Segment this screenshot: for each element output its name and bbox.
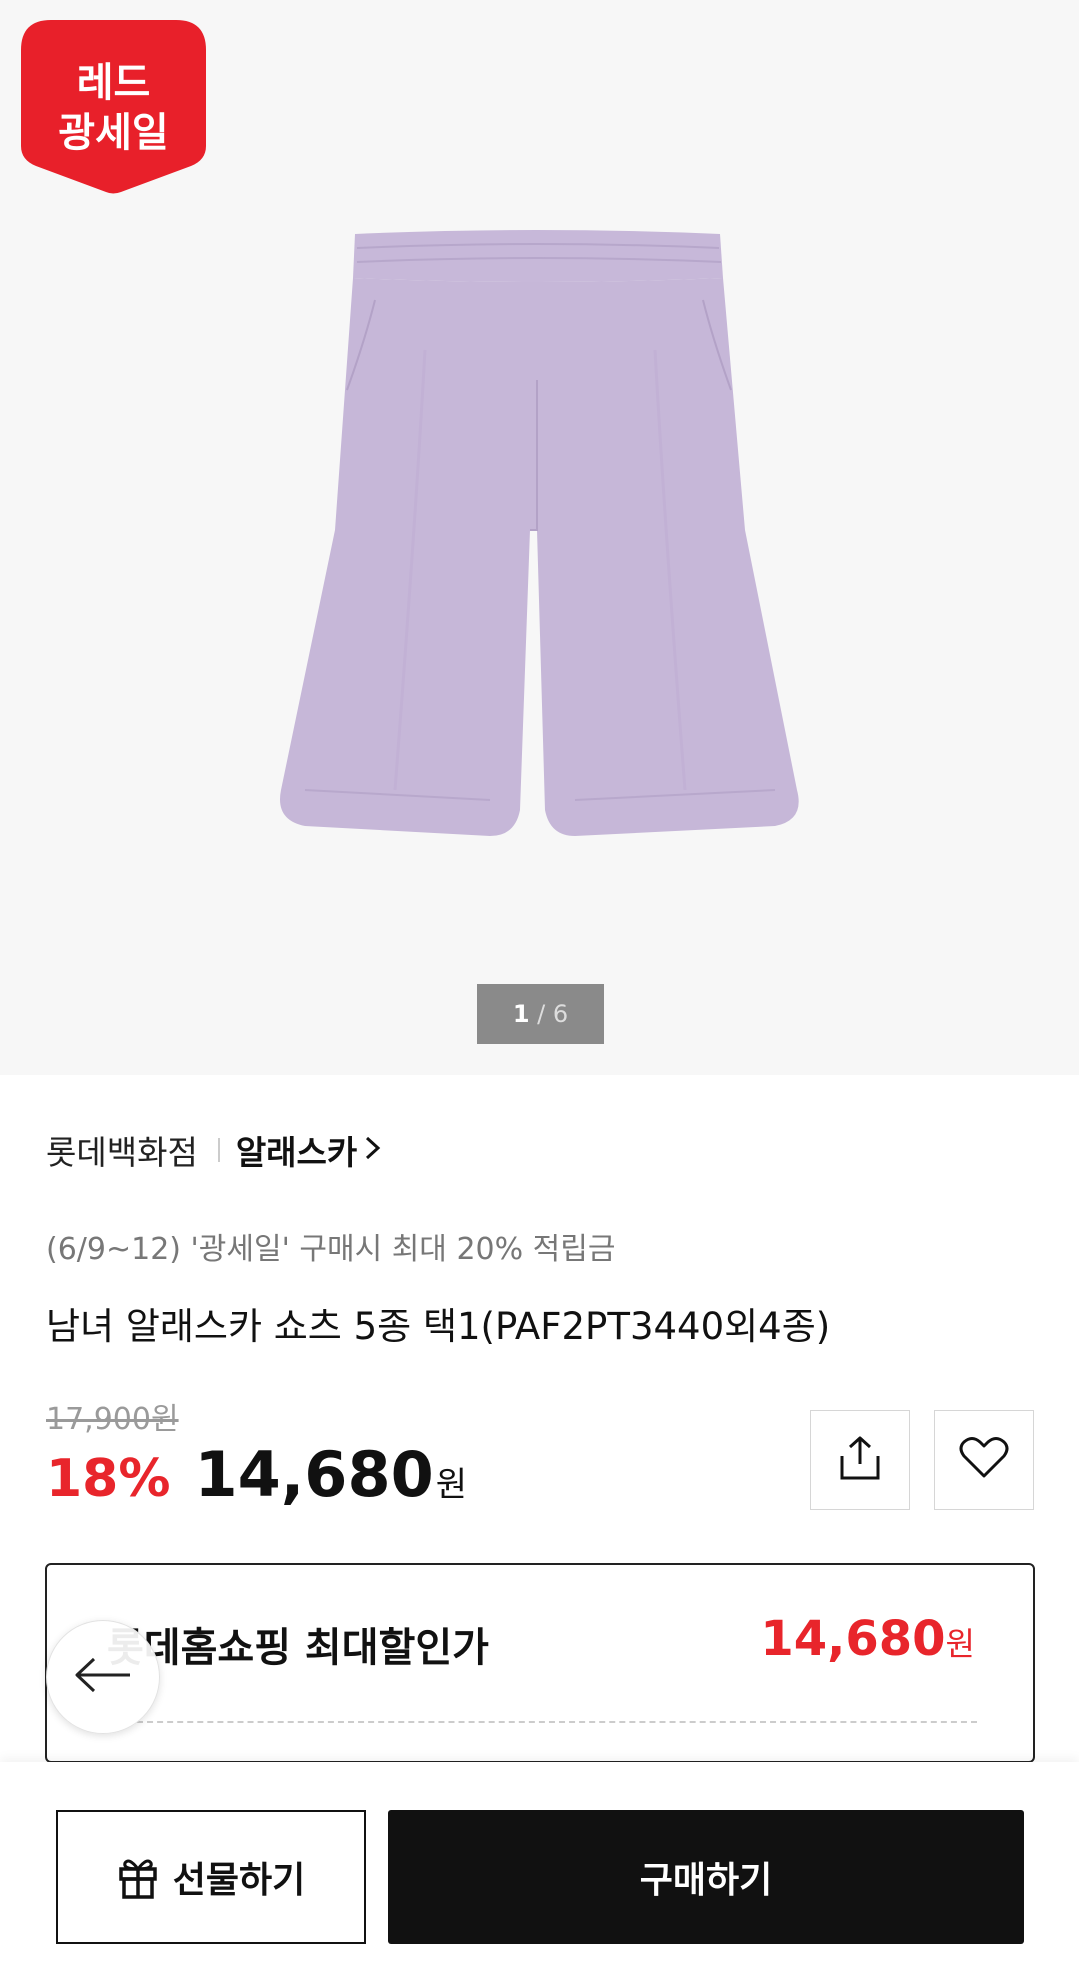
best-price-box: 롯데홈쇼핑 최대할인가 14,680원 <box>45 1563 1035 1763</box>
gift-button[interactable]: 선물하기 <box>56 1810 366 1944</box>
arrow-left-icon <box>72 1655 134 1699</box>
share-button[interactable] <box>810 1410 910 1510</box>
buy-button-label: 구매하기 <box>639 1860 773 1901</box>
pager-total: 6 <box>552 1000 569 1028</box>
promo-text: (6/9~12) '광세일' 구매시 최대 20% 적립금 <box>46 1232 616 1267</box>
pager-separator: / <box>529 1000 553 1028</box>
best-price-currency: 원 <box>945 1625 975 1663</box>
best-price-value: 14,680원 <box>760 1611 975 1667</box>
gift-icon <box>117 1855 159 1899</box>
chevron-right-icon[interactable] <box>363 1131 383 1170</box>
badge-line1: 레드 <box>76 60 151 106</box>
pager-current: 1 <box>512 1000 530 1028</box>
share-icon <box>837 1434 883 1486</box>
red-sale-badge: 레드 광세일 <box>21 20 206 194</box>
sale-price: 14,680 <box>194 1438 434 1511</box>
buy-button[interactable]: 구매하기 <box>388 1810 1024 1944</box>
heart-icon <box>958 1436 1010 1484</box>
product-title: 남녀 알래스카 쇼츠 5종 택1(PAF2PT3440외4종) <box>46 1305 831 1348</box>
product-detail-page: 레드 광세일 1 / 6 롯데백화점 알래스카 (6/9~12) '광세일' 구… <box>0 0 1079 1984</box>
currency-label: 원 <box>435 1465 468 1505</box>
dashed-divider <box>137 1721 977 1723</box>
original-price: 17,900원 <box>46 1402 179 1437</box>
badge-line2: 광세일 <box>58 110 169 156</box>
product-image <box>275 230 805 844</box>
brand-link[interactable]: 알래스카 <box>236 1126 357 1174</box>
wishlist-button[interactable] <box>934 1410 1034 1510</box>
store-name[interactable]: 롯데백화점 <box>46 1126 198 1174</box>
gift-button-label: 선물하기 <box>172 1860 306 1901</box>
divider <box>217 1138 220 1162</box>
price-row: 18% 14,680 원 <box>46 1438 467 1511</box>
best-price-label: 롯데홈쇼핑 최대할인가 <box>107 1625 489 1671</box>
product-image-carousel[interactable]: 레드 광세일 1 / 6 <box>0 0 1079 1075</box>
bottom-action-bar: 선물하기 구매하기 <box>0 1762 1079 1984</box>
discount-rate: 18% <box>46 1449 171 1509</box>
image-pager: 1 / 6 <box>477 984 604 1044</box>
best-price-amount: 14,680 <box>760 1611 946 1667</box>
back-button[interactable] <box>46 1620 160 1734</box>
breadcrumb: 롯데백화점 알래스카 <box>46 1128 383 1172</box>
